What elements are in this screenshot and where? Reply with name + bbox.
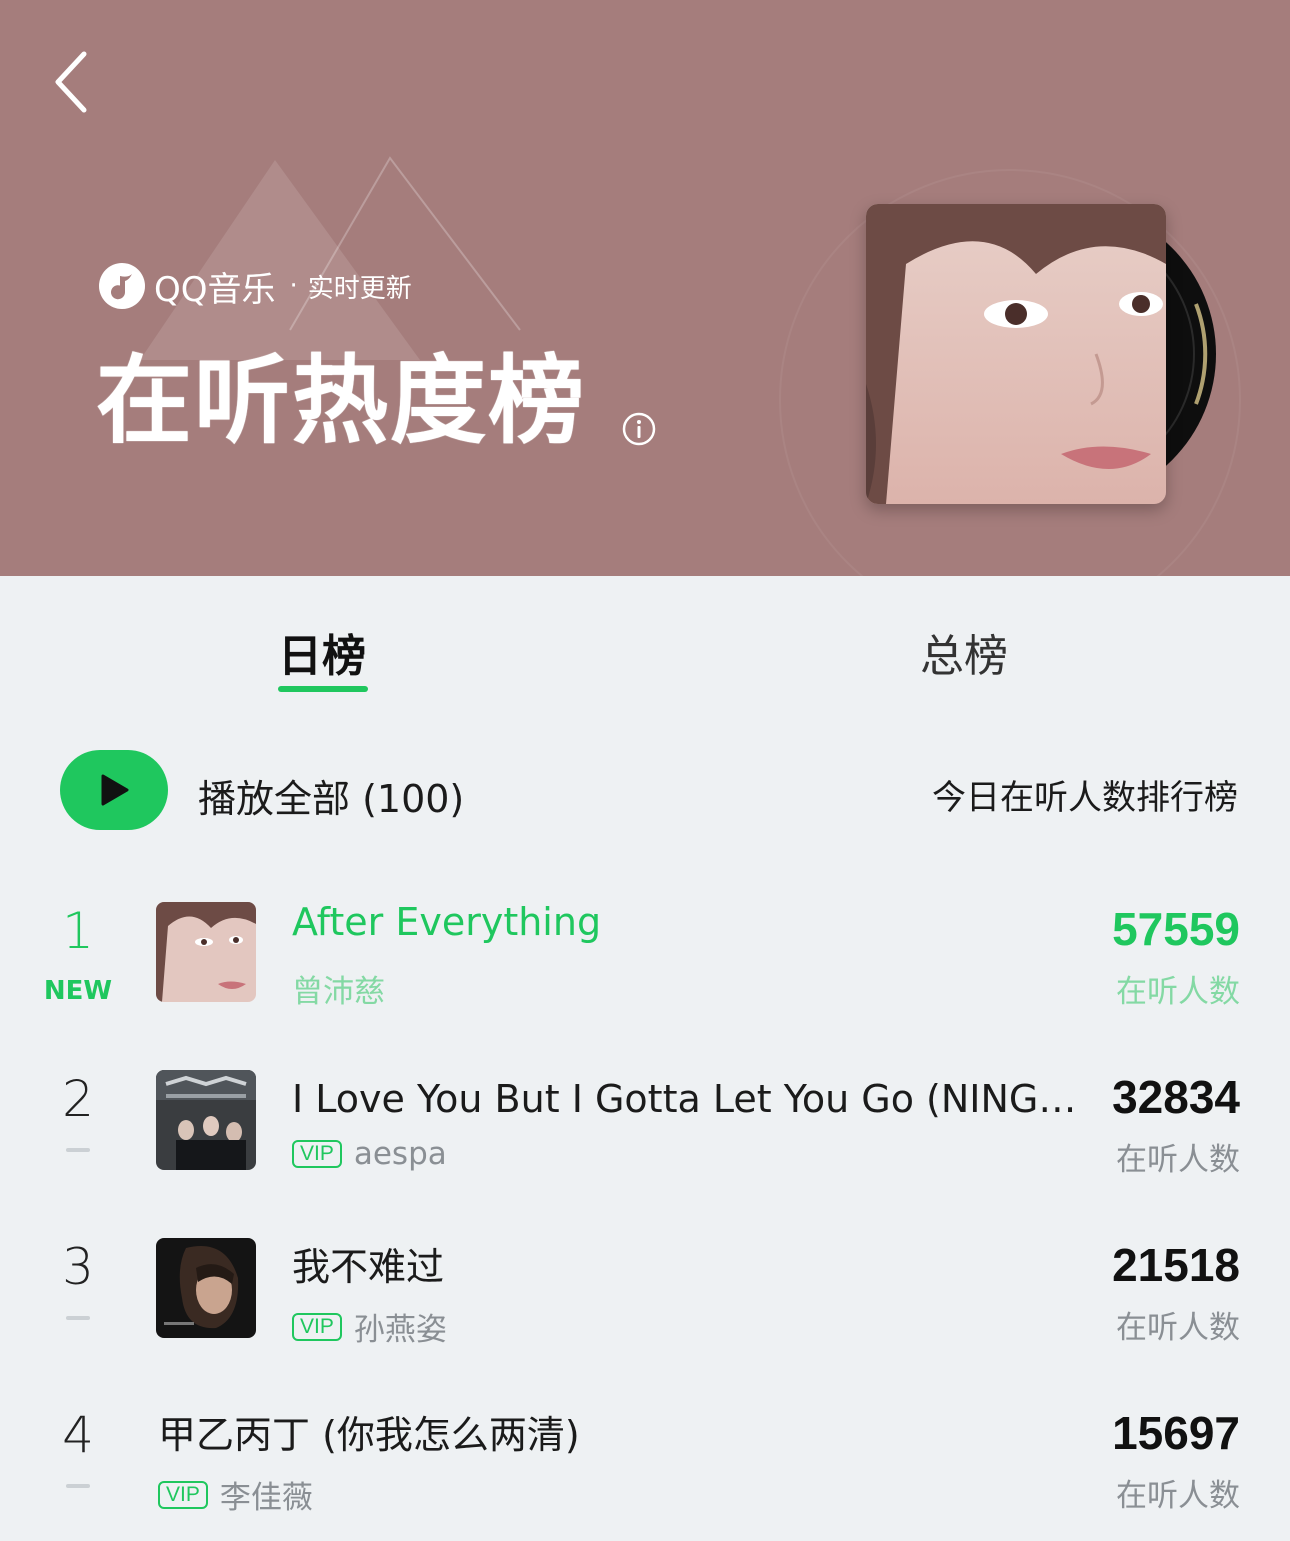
artist-line: VIP 孙燕姿 [292, 1304, 447, 1349]
artist-name: 李佳薇 [219, 1480, 313, 1516]
featured-album[interactable] [866, 204, 1226, 504]
artist-line: VIP aespa [292, 1136, 447, 1172]
listener-count: 15697 [1112, 1407, 1240, 1459]
rank-number: 4 [62, 1406, 94, 1464]
listener-count: 32834 [1112, 1071, 1240, 1123]
brand-line: QQ音乐 · 实时更新 [98, 258, 412, 314]
song-row[interactable]: 3 我不难过 VIP 孙燕姿 21518 在听人数 [0, 1226, 1290, 1376]
vip-badge: VIP [292, 1312, 342, 1341]
song-title: After Everything [292, 900, 602, 944]
artist-name: 孙燕姿 [353, 1312, 447, 1348]
song-title: I Love You But I Gotta Let You Go (NINGN… [292, 1077, 1092, 1121]
rank-number: 3 [62, 1238, 94, 1296]
play-all-button[interactable] [60, 750, 168, 830]
artist-name: aespa [353, 1136, 447, 1172]
artist-line: 曾沛慈 [292, 966, 385, 1011]
artist-name: 曾沛慈 [292, 974, 385, 1010]
new-badge: NEW [43, 976, 113, 1006]
brand-separator: · [289, 271, 298, 301]
song-row[interactable]: 2 I Love You But I Gotta Let You Go (NIN… [0, 1058, 1290, 1208]
vip-badge: VIP [158, 1480, 208, 1509]
song-row[interactable]: 1 NEW After Everything 曾沛慈 57559 在听人数 [0, 890, 1290, 1040]
featured-album-cover [866, 204, 1166, 504]
vip-badge: VIP [292, 1140, 342, 1168]
tab-daily[interactable]: 日榜 [278, 620, 366, 684]
listener-count-label: 在听人数 [1116, 974, 1240, 1010]
listener-count: 57559 [1112, 903, 1240, 955]
brand-subtitle: 实时更新 [307, 273, 412, 304]
listener-count-label: 在听人数 [1116, 1478, 1240, 1514]
artist-line: VIP 李佳薇 [158, 1472, 313, 1517]
chart-description: 今日在听人数排行榜 [932, 778, 1238, 818]
chart-header: QQ音乐 · 实时更新 在听热度榜 [0, 0, 1290, 576]
listener-count-label: 在听人数 [1116, 1310, 1240, 1346]
back-button[interactable] [38, 42, 108, 122]
album-thumbnail [156, 1070, 256, 1170]
play-icon [101, 774, 129, 806]
tab-overall[interactable]: 总榜 [920, 620, 1008, 684]
brand-name: QQ音乐 [154, 269, 276, 310]
rank-unchanged-dash [66, 1484, 90, 1488]
song-title: 甲乙丙丁 (你我怎么两清) [158, 1413, 580, 1457]
song-row[interactable]: 4 甲乙丙丁 (你我怎么两清) VIP 李佳薇 15697 在听人数 [0, 1394, 1290, 1541]
rank-unchanged-dash [66, 1148, 90, 1152]
rank-unchanged-dash [66, 1316, 90, 1320]
rank-number: 1 [62, 902, 94, 960]
song-title: 我不难过 [292, 1245, 445, 1289]
info-icon[interactable] [622, 412, 656, 446]
rank-number: 2 [62, 1070, 94, 1128]
active-tab-indicator [278, 686, 368, 692]
listener-count: 21518 [1112, 1239, 1240, 1291]
album-thumbnail [156, 902, 256, 1002]
page-title: 在听热度榜 [96, 345, 586, 457]
qq-music-logo-icon [99, 263, 145, 309]
listener-count-label: 在听人数 [1116, 1142, 1240, 1178]
play-all-label[interactable]: 播放全部 (100) [198, 768, 464, 823]
album-thumbnail [156, 1238, 256, 1338]
chevron-left-icon [55, 51, 87, 113]
